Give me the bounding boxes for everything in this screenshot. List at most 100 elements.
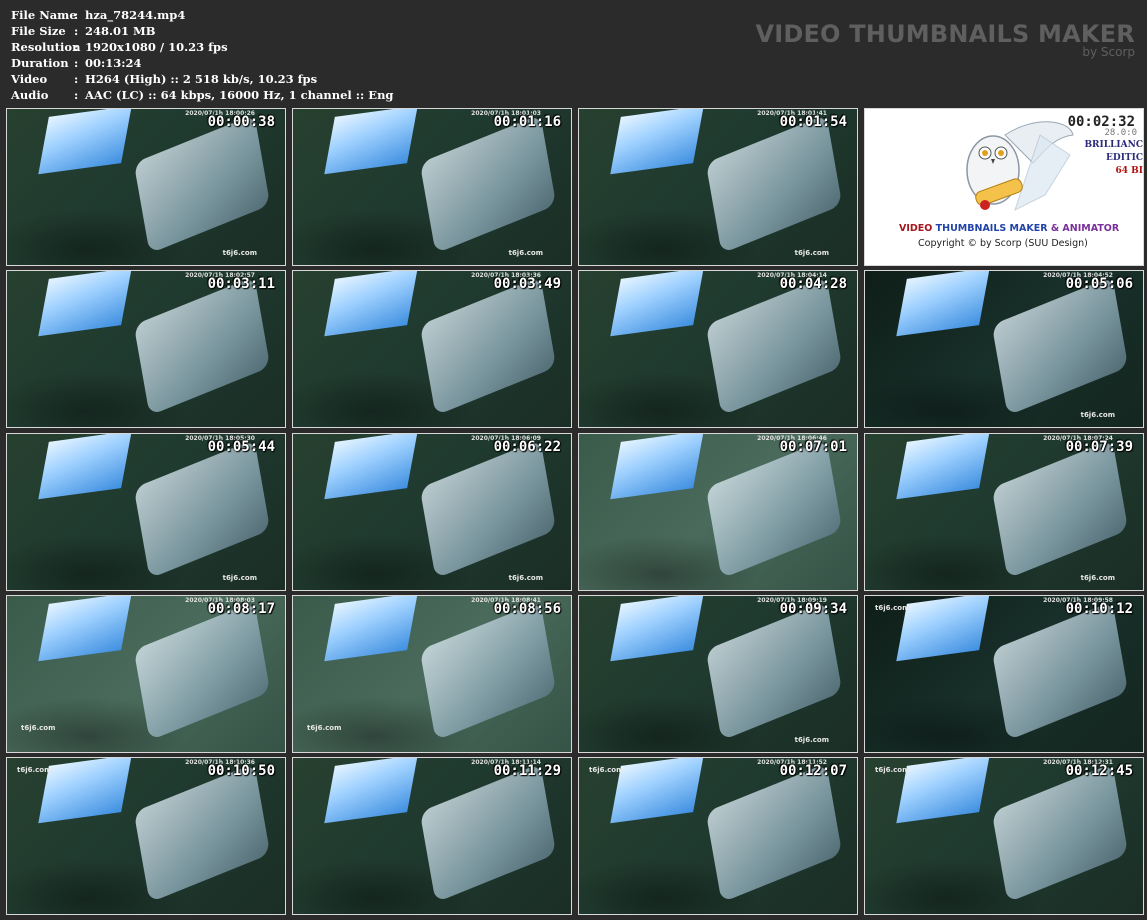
- thumb-watermark: t6j6.com: [589, 766, 624, 774]
- thumb-timecode: 00:06:22: [493, 439, 561, 455]
- info-value: hza_78244.mp4: [85, 8, 186, 22]
- thumb-timecode: 00:12:45: [1065, 763, 1133, 779]
- thumb-timecode: 00:05:44: [207, 439, 275, 455]
- info-row-video: Video : H264 (High) :: 2 518 kb/s, 10.23…: [11, 71, 393, 87]
- info-label: Audio: [11, 88, 49, 102]
- info-separator: :: [74, 24, 79, 38]
- info-label: Duration: [11, 56, 69, 70]
- info-row-audio: Audio : AAC (LC) :: 64 kbps, 16000 Hz, 1…: [11, 87, 393, 103]
- logo-edition-line-3: 64 BI: [1115, 166, 1143, 176]
- bed-shape: [419, 763, 557, 903]
- window-glare: [896, 434, 990, 500]
- video-thumbnail: 2020/07/1h 18:10:36 00:10:50 t6j6.com: [6, 757, 286, 915]
- window-glare: [610, 271, 704, 337]
- window-glare: [324, 596, 418, 662]
- thumb-timecode: 00:09:34: [779, 601, 847, 617]
- info-row-file-name: File Name : hza_78244.mp4: [11, 7, 393, 23]
- bed-shape: [991, 276, 1129, 416]
- window-glare: [324, 109, 418, 175]
- bed-shape: [705, 114, 843, 254]
- bed-shape: [705, 439, 843, 579]
- bed-shape: [705, 276, 843, 416]
- thumb-timecode: 00:02:32: [1067, 114, 1135, 130]
- thumb-timecode: 00:07:39: [1065, 439, 1133, 455]
- window-glare: [610, 109, 704, 175]
- thumb-timecode: 00:03:11: [207, 276, 275, 292]
- file-info-panel: File Name : hza_78244.mp4 File Size : 24…: [11, 7, 393, 103]
- video-thumbnail: 2020/07/1h 18:04:14 00:04:28: [578, 270, 858, 428]
- video-thumbnail: 2020/07/1h 18:04:52 00:05:06 t6j6.com: [864, 270, 1144, 428]
- info-separator: :: [74, 72, 79, 86]
- window-glare: [38, 434, 132, 500]
- info-value: 248.01 MB: [85, 24, 156, 38]
- video-thumbnail: 2020/07/1h 18:01:41 00:01:54 t6j6.com: [578, 108, 858, 266]
- video-thumbnail: 2020/07/1h 18:12:31 00:12:45 t6j6.com: [864, 757, 1144, 915]
- thumb-timecode: 00:01:54: [779, 114, 847, 130]
- info-separator: :: [74, 88, 79, 102]
- video-thumbnail: 2020/07/1h 18:08:03 00:08:17 t6j6.com: [6, 595, 286, 753]
- thumb-watermark: t6j6.com: [222, 249, 257, 257]
- bed-shape: [705, 763, 843, 903]
- info-value: AAC (LC) :: 64 kbps, 16000 Hz, 1 channel…: [85, 88, 394, 102]
- video-thumbnail: 2020/07/1h 18:09:58 00:10:12 t6j6.com: [864, 595, 1144, 753]
- info-label: Resolution: [11, 40, 81, 54]
- window-glare: [38, 271, 132, 337]
- window-glare: [324, 434, 418, 500]
- bed-shape: [133, 276, 271, 416]
- logo-edition-line-1: BRILLIANC: [1084, 140, 1143, 150]
- thumb-timecode: 00:08:56: [493, 601, 561, 617]
- window-glare: [896, 596, 990, 662]
- bed-shape: [133, 763, 271, 903]
- info-label: File Name: [11, 8, 77, 22]
- info-label: File Size: [11, 24, 66, 38]
- thumb-watermark: t6j6.com: [1080, 411, 1115, 419]
- thumb-timecode: 00:05:06: [1065, 276, 1133, 292]
- window-glare: [610, 596, 704, 662]
- thumb-watermark: t6j6.com: [222, 574, 257, 582]
- video-thumbnail: 2020/07/1h 18:02:57 00:03:11: [6, 270, 286, 428]
- info-separator: :: [74, 40, 79, 54]
- logo-edition-line-2: EDITIC: [1106, 153, 1143, 163]
- thumb-timecode: 00:03:49: [493, 276, 561, 292]
- logo-edition: BRILLIANC EDITIC 64 BI: [1084, 139, 1143, 178]
- logo-product-part-2: THUMBNAILS MAKER: [935, 223, 1051, 234]
- bed-shape: [133, 114, 271, 254]
- thumb-watermark: t6j6.com: [307, 724, 342, 732]
- logo-product-part-1: VIDEO: [899, 223, 936, 234]
- video-thumbnail: 2020/07/1h 18:06:46 00:07:01: [578, 433, 858, 591]
- bed-shape: [419, 114, 557, 254]
- thumb-watermark: t6j6.com: [875, 766, 910, 774]
- thumb-watermark: t6j6.com: [875, 604, 910, 612]
- bed-shape: [991, 439, 1129, 579]
- brand-watermark: VIDEO THUMBNAILS MAKER by Scorp: [755, 20, 1135, 59]
- thumb-timecode: 00:04:28: [779, 276, 847, 292]
- video-thumbnail: 2020/07/1h 18:05:30 00:05:44 t6j6.com: [6, 433, 286, 591]
- info-value: 00:13:24: [85, 56, 142, 70]
- info-row-file-size: File Size : 248.01 MB: [11, 23, 393, 39]
- window-glare: [38, 109, 132, 175]
- brand-title: VIDEO THUMBNAILS MAKER: [755, 20, 1135, 48]
- window-glare: [610, 434, 704, 500]
- info-value: H264 (High) :: 2 518 kb/s, 10.23 fps: [85, 72, 318, 86]
- thumb-watermark: t6j6.com: [508, 574, 543, 582]
- bed-shape: [133, 439, 271, 579]
- thumb-timecode: 00:00:38: [207, 114, 275, 130]
- thumb-timecode: 00:07:01: [779, 439, 847, 455]
- thumb-timecode: 00:08:17: [207, 601, 275, 617]
- bed-shape: [419, 276, 557, 416]
- info-row-resolution: Resolution : 1920x1080 / 10.23 fps: [11, 39, 393, 55]
- logo-product-name: VIDEO THUMBNAILS MAKER & ANIMATOR: [899, 223, 1119, 234]
- thumbnail-grid: BRILLIANC EDITIC 64 BI 28.0:0 00:02:32 V…: [6, 108, 1144, 916]
- info-row-duration: Duration : 00:13:24: [11, 55, 393, 71]
- window-glare: [324, 758, 418, 824]
- video-thumbnail: 2020/07/1h 18:06:09 00:06:22 t6j6.com: [292, 433, 572, 591]
- thumb-watermark: t6j6.com: [17, 766, 52, 774]
- thumb-watermark: t6j6.com: [508, 249, 543, 257]
- info-separator: :: [74, 8, 79, 22]
- video-thumbnail: 2020/07/1h 18:07:24 00:07:39 t6j6.com: [864, 433, 1144, 591]
- window-glare: [896, 758, 990, 824]
- thumb-watermark: t6j6.com: [21, 724, 56, 732]
- window-glare: [38, 758, 132, 824]
- logo-copyright: Copyright © by Scorp (SUU Design): [918, 238, 1088, 249]
- bed-shape: [991, 763, 1129, 903]
